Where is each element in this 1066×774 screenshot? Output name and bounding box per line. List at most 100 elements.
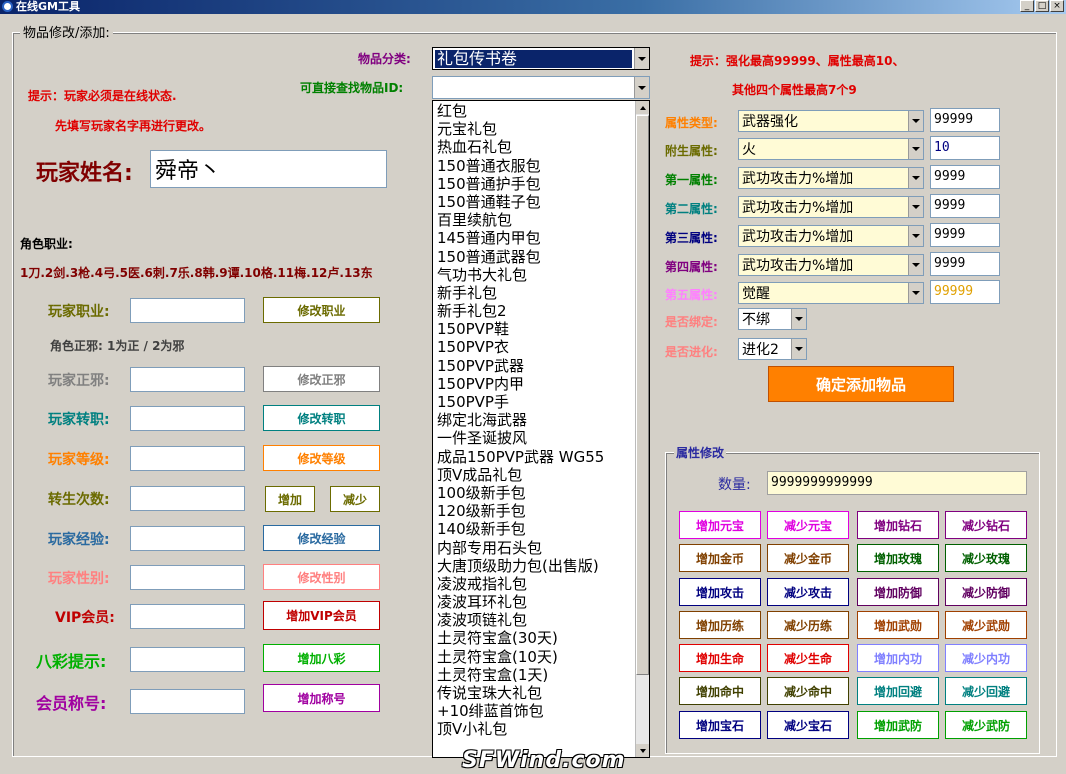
list-item[interactable]: 新手礼包 xyxy=(437,284,635,302)
class-change-input[interactable] xyxy=(130,406,245,431)
category-select[interactable]: 礼包传书卷 xyxy=(432,47,650,70)
list-item[interactable]: 土灵符宝盒(10天) xyxy=(437,648,635,666)
list-item[interactable]: 一件圣诞披风 xyxy=(437,429,635,447)
title-input[interactable] xyxy=(130,689,245,714)
exp-input[interactable] xyxy=(130,526,245,551)
attr-select-0[interactable]: 武器强化 xyxy=(738,110,924,132)
modify-button[interactable]: 增加内功 xyxy=(857,644,939,672)
gender-input[interactable] xyxy=(130,565,245,590)
list-item[interactable]: 150普通护手包 xyxy=(437,175,635,193)
list-item[interactable]: 大唐顶级助力包(出售版) xyxy=(437,557,635,575)
minimize-button[interactable]: _ xyxy=(1020,0,1034,12)
scroll-thumb[interactable] xyxy=(636,115,649,675)
modify-button[interactable]: 减少玫瑰 xyxy=(945,544,1027,572)
chevron-down-icon[interactable] xyxy=(791,309,806,329)
chevron-down-icon[interactable] xyxy=(908,283,923,303)
list-scrollbar[interactable] xyxy=(635,101,649,757)
bind-select[interactable]: 不绑 xyxy=(738,308,807,330)
modify-button[interactable]: 增加防御 xyxy=(857,578,939,606)
modify-button[interactable]: 增加武勋 xyxy=(857,611,939,639)
list-item[interactable]: 土灵符宝盒(1天) xyxy=(437,666,635,684)
list-item[interactable]: 凌波项链礼包 xyxy=(437,611,635,629)
list-item[interactable]: 传说宝珠大礼包 xyxy=(437,684,635,702)
list-item[interactable]: 100级新手包 xyxy=(437,484,635,502)
job-input[interactable] xyxy=(130,298,245,323)
list-item[interactable]: 凌波耳环礼包 xyxy=(437,593,635,611)
chevron-down-icon[interactable] xyxy=(908,168,923,188)
modify-gender-button[interactable]: 修改性别 xyxy=(263,564,380,590)
modify-button[interactable]: 减少武勋 xyxy=(945,611,1027,639)
attr-select-6[interactable]: 觉醒 xyxy=(738,282,924,304)
modify-button[interactable]: 减少金币 xyxy=(767,544,849,572)
attr-select-2[interactable]: 武功攻击力%增加 xyxy=(738,167,924,189)
list-item[interactable]: 150PVP手 xyxy=(437,393,635,411)
list-item[interactable]: 百里续航包 xyxy=(437,211,635,229)
attr-select-3[interactable]: 武功攻击力%增加 xyxy=(738,196,924,218)
modify-level-button[interactable]: 修改等级 xyxy=(263,445,380,471)
modify-button[interactable]: 减少攻击 xyxy=(767,578,849,606)
modify-button[interactable]: 增加历练 xyxy=(679,611,761,639)
list-item[interactable]: 150普通衣服包 xyxy=(437,157,635,175)
eight-color-input[interactable] xyxy=(130,647,245,672)
modify-button[interactable]: 增加回避 xyxy=(857,677,939,705)
attr-value-input-5[interactable]: 9999 xyxy=(930,252,1000,276)
list-item[interactable]: 凌波戒指礼包 xyxy=(437,575,635,593)
rebirth-sub-button[interactable]: 减少 xyxy=(330,486,380,512)
alignment-input[interactable] xyxy=(130,367,245,392)
list-item[interactable]: 140级新手包 xyxy=(437,520,635,538)
modify-button[interactable]: 增加宝石 xyxy=(679,711,761,739)
modify-button[interactable]: 增加命中 xyxy=(679,677,761,705)
modify-exp-button[interactable]: 修改经验 xyxy=(263,525,380,551)
list-item[interactable]: 元宝礼包 xyxy=(437,120,635,138)
add-vip-button[interactable]: 增加VIP会员 xyxy=(263,601,380,630)
list-item[interactable]: 120级新手包 xyxy=(437,502,635,520)
modify-button[interactable]: 减少宝石 xyxy=(767,711,849,739)
modify-button[interactable]: 增加武防 xyxy=(857,711,939,739)
add-eight-color-button[interactable]: 增加八彩 xyxy=(263,644,380,672)
chevron-down-icon[interactable] xyxy=(908,139,923,159)
modify-alignment-button[interactable]: 修改正邪 xyxy=(263,366,380,392)
modify-button[interactable]: 增加金币 xyxy=(679,544,761,572)
list-item[interactable]: +10绯蓝首饰包 xyxy=(437,702,635,720)
attr-select-4[interactable]: 武功攻击力%增加 xyxy=(738,225,924,247)
modify-class-change-button[interactable]: 修改转职 xyxy=(263,405,380,431)
list-item[interactable]: 150普通鞋子包 xyxy=(437,193,635,211)
list-item[interactable]: 150PVP内甲 xyxy=(437,375,635,393)
chevron-down-icon[interactable] xyxy=(908,197,923,217)
modify-button[interactable]: 减少武防 xyxy=(945,711,1027,739)
attr-value-input-2[interactable]: 9999 xyxy=(930,165,1000,189)
attr-select-1[interactable]: 火 xyxy=(738,138,924,160)
item-id-select[interactable] xyxy=(432,76,650,99)
modify-button[interactable]: 增加钻石 xyxy=(857,511,939,539)
level-input[interactable] xyxy=(130,446,245,471)
modify-button[interactable]: 减少内功 xyxy=(945,644,1027,672)
list-item[interactable]: 气功书大礼包 xyxy=(437,266,635,284)
list-item[interactable]: 150PVP衣 xyxy=(437,338,635,356)
chevron-down-icon[interactable] xyxy=(908,255,923,275)
attr-select-5[interactable]: 武功攻击力%增加 xyxy=(738,254,924,276)
vip-input[interactable] xyxy=(130,604,245,629)
modify-button[interactable]: 增加攻击 xyxy=(679,578,761,606)
close-button[interactable]: × xyxy=(1050,0,1064,12)
modify-button[interactable]: 减少命中 xyxy=(767,677,849,705)
list-item[interactable]: 150普通武器包 xyxy=(437,248,635,266)
modify-button[interactable]: 减少元宝 xyxy=(767,511,849,539)
add-title-button[interactable]: 增加称号 xyxy=(263,684,380,712)
list-item[interactable]: 土灵符宝盒(30天) xyxy=(437,629,635,647)
scroll-down-icon[interactable] xyxy=(636,744,649,757)
modify-button[interactable]: 减少生命 xyxy=(767,644,849,672)
list-item[interactable]: 成品150PVP武器 WG55 xyxy=(437,448,635,466)
attr-value-input-4[interactable]: 9999 xyxy=(930,223,1000,247)
list-item[interactable]: 150PVP鞋 xyxy=(437,320,635,338)
attr-value-input-6[interactable]: 99999 xyxy=(930,280,1000,304)
modify-job-button[interactable]: 修改职业 xyxy=(263,297,380,323)
modify-button[interactable]: 减少钻石 xyxy=(945,511,1027,539)
modify-button[interactable]: 增加元宝 xyxy=(679,511,761,539)
maximize-button[interactable]: □ xyxy=(1035,0,1049,12)
chevron-down-icon[interactable] xyxy=(634,48,649,69)
list-item[interactable]: 绑定北海武器 xyxy=(437,411,635,429)
attr-value-input-3[interactable]: 9999 xyxy=(930,194,1000,218)
modify-button[interactable]: 减少回避 xyxy=(945,677,1027,705)
chevron-down-icon[interactable] xyxy=(908,226,923,246)
attr-value-input-1[interactable]: 10 xyxy=(930,136,1000,160)
